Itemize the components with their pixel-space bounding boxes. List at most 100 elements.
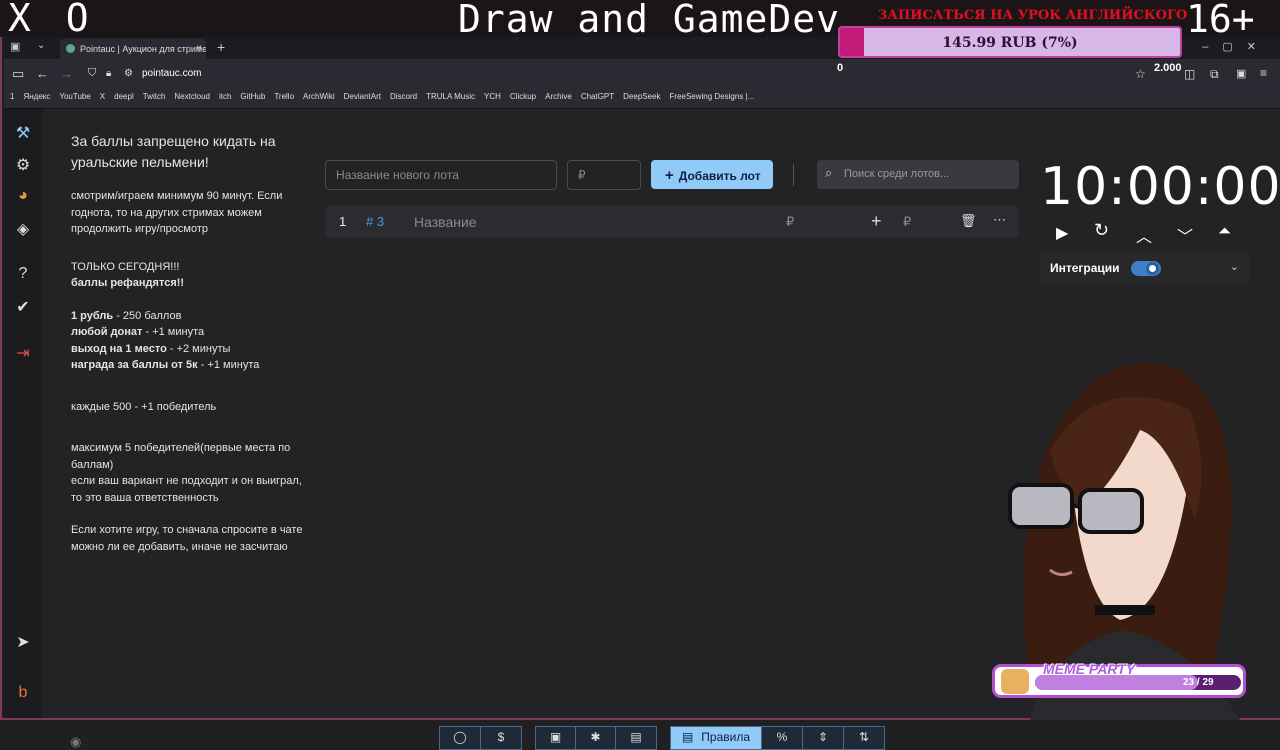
bookmark-item[interactable]: Discord	[390, 92, 417, 101]
lot-row[interactable]: 1 # 3 Название ₽ + ₽ 🗑︎ ⋯	[325, 206, 1019, 238]
tab-list-chevron-icon[interactable]: ⌄	[37, 40, 45, 51]
bookmark-item[interactable]: DeepSeek	[623, 92, 660, 101]
bookmark-item[interactable]: itch	[219, 92, 231, 101]
bottom-group-links: ◯ $	[439, 726, 522, 750]
donate-dollar-icon[interactable]: $	[481, 727, 521, 749]
rule-2-bold: любой донат	[71, 326, 143, 338]
rules-p5b: если ваш вариант не подходит и он выигра…	[71, 475, 302, 504]
meme-party-fill	[1035, 675, 1198, 690]
new-tab-icon[interactable]: +	[217, 39, 225, 55]
vtuber-avatar	[1008, 363, 1240, 720]
menu-icon[interactable]: ≡	[1260, 66, 1267, 80]
visibility-eye-icon[interactable]: ◉	[70, 734, 81, 750]
help-icon[interactable]: ?	[13, 265, 33, 285]
settings-gear-icon[interactable]: ⚙	[13, 155, 33, 175]
delete-icon[interactable]: 🗑︎	[960, 213, 977, 229]
pocket-icon[interactable]: ◫	[1184, 67, 1195, 81]
save-icon[interactable]: ▣	[536, 727, 576, 749]
bookmark-item[interactable]: deepl	[114, 92, 134, 101]
divider	[793, 164, 794, 186]
bookmark-item[interactable]: YCH	[484, 92, 501, 101]
rule-3-text: - +2 минуты	[166, 342, 231, 355]
bookmark-item[interactable]: Яндекс	[23, 92, 50, 101]
auction-gavel-icon[interactable]: ⚒	[13, 123, 33, 143]
lot-name-field[interactable]: Название	[414, 214, 477, 230]
moderation-shield-icon[interactable]: ✔	[13, 297, 33, 317]
forward-icon[interactable]: →	[60, 66, 73, 81]
more-icon[interactable]: ⋯	[993, 212, 1006, 228]
extensions-icon[interactable]: ⧉	[1210, 67, 1219, 82]
github-icon[interactable]: ◯	[440, 727, 481, 749]
new-lot-name-input[interactable]: Название нового лота	[325, 160, 557, 190]
tab-close-icon[interactable]: ×	[196, 43, 202, 54]
sort-icon[interactable]: ⇅	[844, 727, 884, 749]
compact-icon[interactable]: ⇕	[803, 727, 844, 749]
wheel-icon[interactable]: ◕	[13, 187, 33, 207]
sidebar-toggle-icon[interactable]: ▭	[12, 66, 24, 82]
bookmark-item[interactable]: FreeSewing Designs |...	[670, 92, 755, 101]
back-icon[interactable]: ←	[36, 66, 49, 81]
bookmark-item[interactable]: X	[100, 92, 105, 101]
bookmark-item[interactable]: Clickup	[510, 92, 536, 101]
bookmark-item[interactable]: DeviantArt	[344, 92, 381, 101]
lot-amount-field[interactable]: ₽	[786, 214, 794, 230]
integrations-toggle[interactable]	[1131, 261, 1161, 276]
lock-icon: 🔒︎	[106, 68, 112, 79]
bookmarks-bar: 1 Яндекс YouTube Xdeepl Twitch Nextcloud itch G…	[4, 89, 1280, 109]
search-placeholder: Поиск среди лотов...	[844, 168, 950, 180]
new-lot-amount-input[interactable]: ₽	[567, 160, 641, 190]
bookmark-item[interactable]: ChatGPT	[581, 92, 614, 101]
percent-icon[interactable]: %	[762, 727, 803, 749]
reset-icon[interactable]: ↻	[1094, 220, 1109, 241]
shield-icon[interactable]: ⛉	[88, 67, 96, 80]
boosty-icon[interactable]: b	[13, 684, 33, 704]
bookmark-item[interactable]: Nextcloud	[174, 92, 210, 101]
bookmark-item[interactable]: ArchWiki	[303, 92, 335, 101]
lot-id: # 3	[366, 214, 385, 229]
timer-display: 10:00:00	[1040, 157, 1280, 217]
layers-icon[interactable]: ◈	[13, 219, 33, 239]
add-lot-button[interactable]: + Добавить лот	[651, 160, 773, 189]
permissions-icon[interactable]: ⚙	[124, 68, 133, 79]
url-field[interactable]: pointauc.com	[142, 68, 201, 79]
telegram-icon[interactable]: ➤	[13, 632, 33, 652]
bookmark-star-icon[interactable]: ☆	[1135, 67, 1146, 81]
rules-p4: каждые 500 - +1 победитель	[71, 400, 217, 413]
play-icon[interactable]: ▶	[1056, 223, 1068, 243]
increase-icon[interactable]: ︿	[1136, 223, 1152, 247]
donation-goal-text: 145.99 RUB (7%)	[942, 35, 1078, 51]
integrations-panel[interactable]: Интеграции ⌄	[1040, 252, 1249, 285]
chevron-down-icon[interactable]: ⌄	[1230, 260, 1239, 273]
tab-pointauc[interactable]: Pointauc | Аукцион для стриме ×	[60, 39, 206, 59]
window-controls[interactable]: –▢✕	[1202, 40, 1270, 53]
decrease-icon[interactable]: ﹀	[1177, 223, 1193, 247]
rules-p1: смотрим/играем минимум 90 минут. Если го…	[71, 190, 283, 235]
lot-search-input[interactable]: ⌕ Поиск среди лотов...	[817, 160, 1019, 189]
rules-heading: За баллы запрещено кидать на уральские п…	[71, 133, 276, 170]
meme-party-widget: MEME PARTY 23 / 29	[992, 661, 1246, 698]
bookmark-item[interactable]: GitHub	[240, 92, 265, 101]
rules-p5a: максимум 5 победителей(первые места по б…	[71, 442, 291, 471]
add-lot-label: Добавить лот	[678, 169, 761, 183]
bookmark-item[interactable]: 1	[10, 92, 14, 101]
bookmark-item[interactable]: Trello	[274, 92, 294, 101]
clear-all-icon[interactable]: ▤	[616, 727, 656, 749]
navigation-bar: ▭ ← → ⛉ 🔒︎ ⚙ pointauc.com ☆ ◫ ⧉ ▣ ≡	[4, 59, 1280, 89]
doge-icon	[1001, 669, 1029, 694]
donation-goal-max: 2.000	[1154, 62, 1182, 74]
bookmark-item[interactable]: YouTube	[59, 92, 90, 101]
rules-button[interactable]: ▤ Правила	[671, 727, 762, 749]
bookmark-item[interactable]: Archive	[545, 92, 572, 101]
bookmark-item[interactable]: Twitch	[143, 92, 166, 101]
lot-index: 1	[339, 214, 347, 229]
pointauc-favicon-icon	[66, 44, 75, 53]
double-up-icon[interactable]: ⏶	[1218, 223, 1231, 241]
logout-icon[interactable]: ⇥	[13, 343, 33, 363]
add-amount-icon[interactable]: +	[871, 211, 882, 232]
lot-add-amount-field[interactable]: ₽	[903, 214, 911, 230]
tab-overview-icon[interactable]: ▣	[10, 40, 20, 53]
addon-badge-icon[interactable]: ▣	[1236, 67, 1246, 80]
bug-icon[interactable]: ✱	[576, 727, 616, 749]
rule-4-bold: награда за баллы от 5к	[71, 359, 198, 371]
bookmark-item[interactable]: TRULA Music	[426, 92, 475, 101]
